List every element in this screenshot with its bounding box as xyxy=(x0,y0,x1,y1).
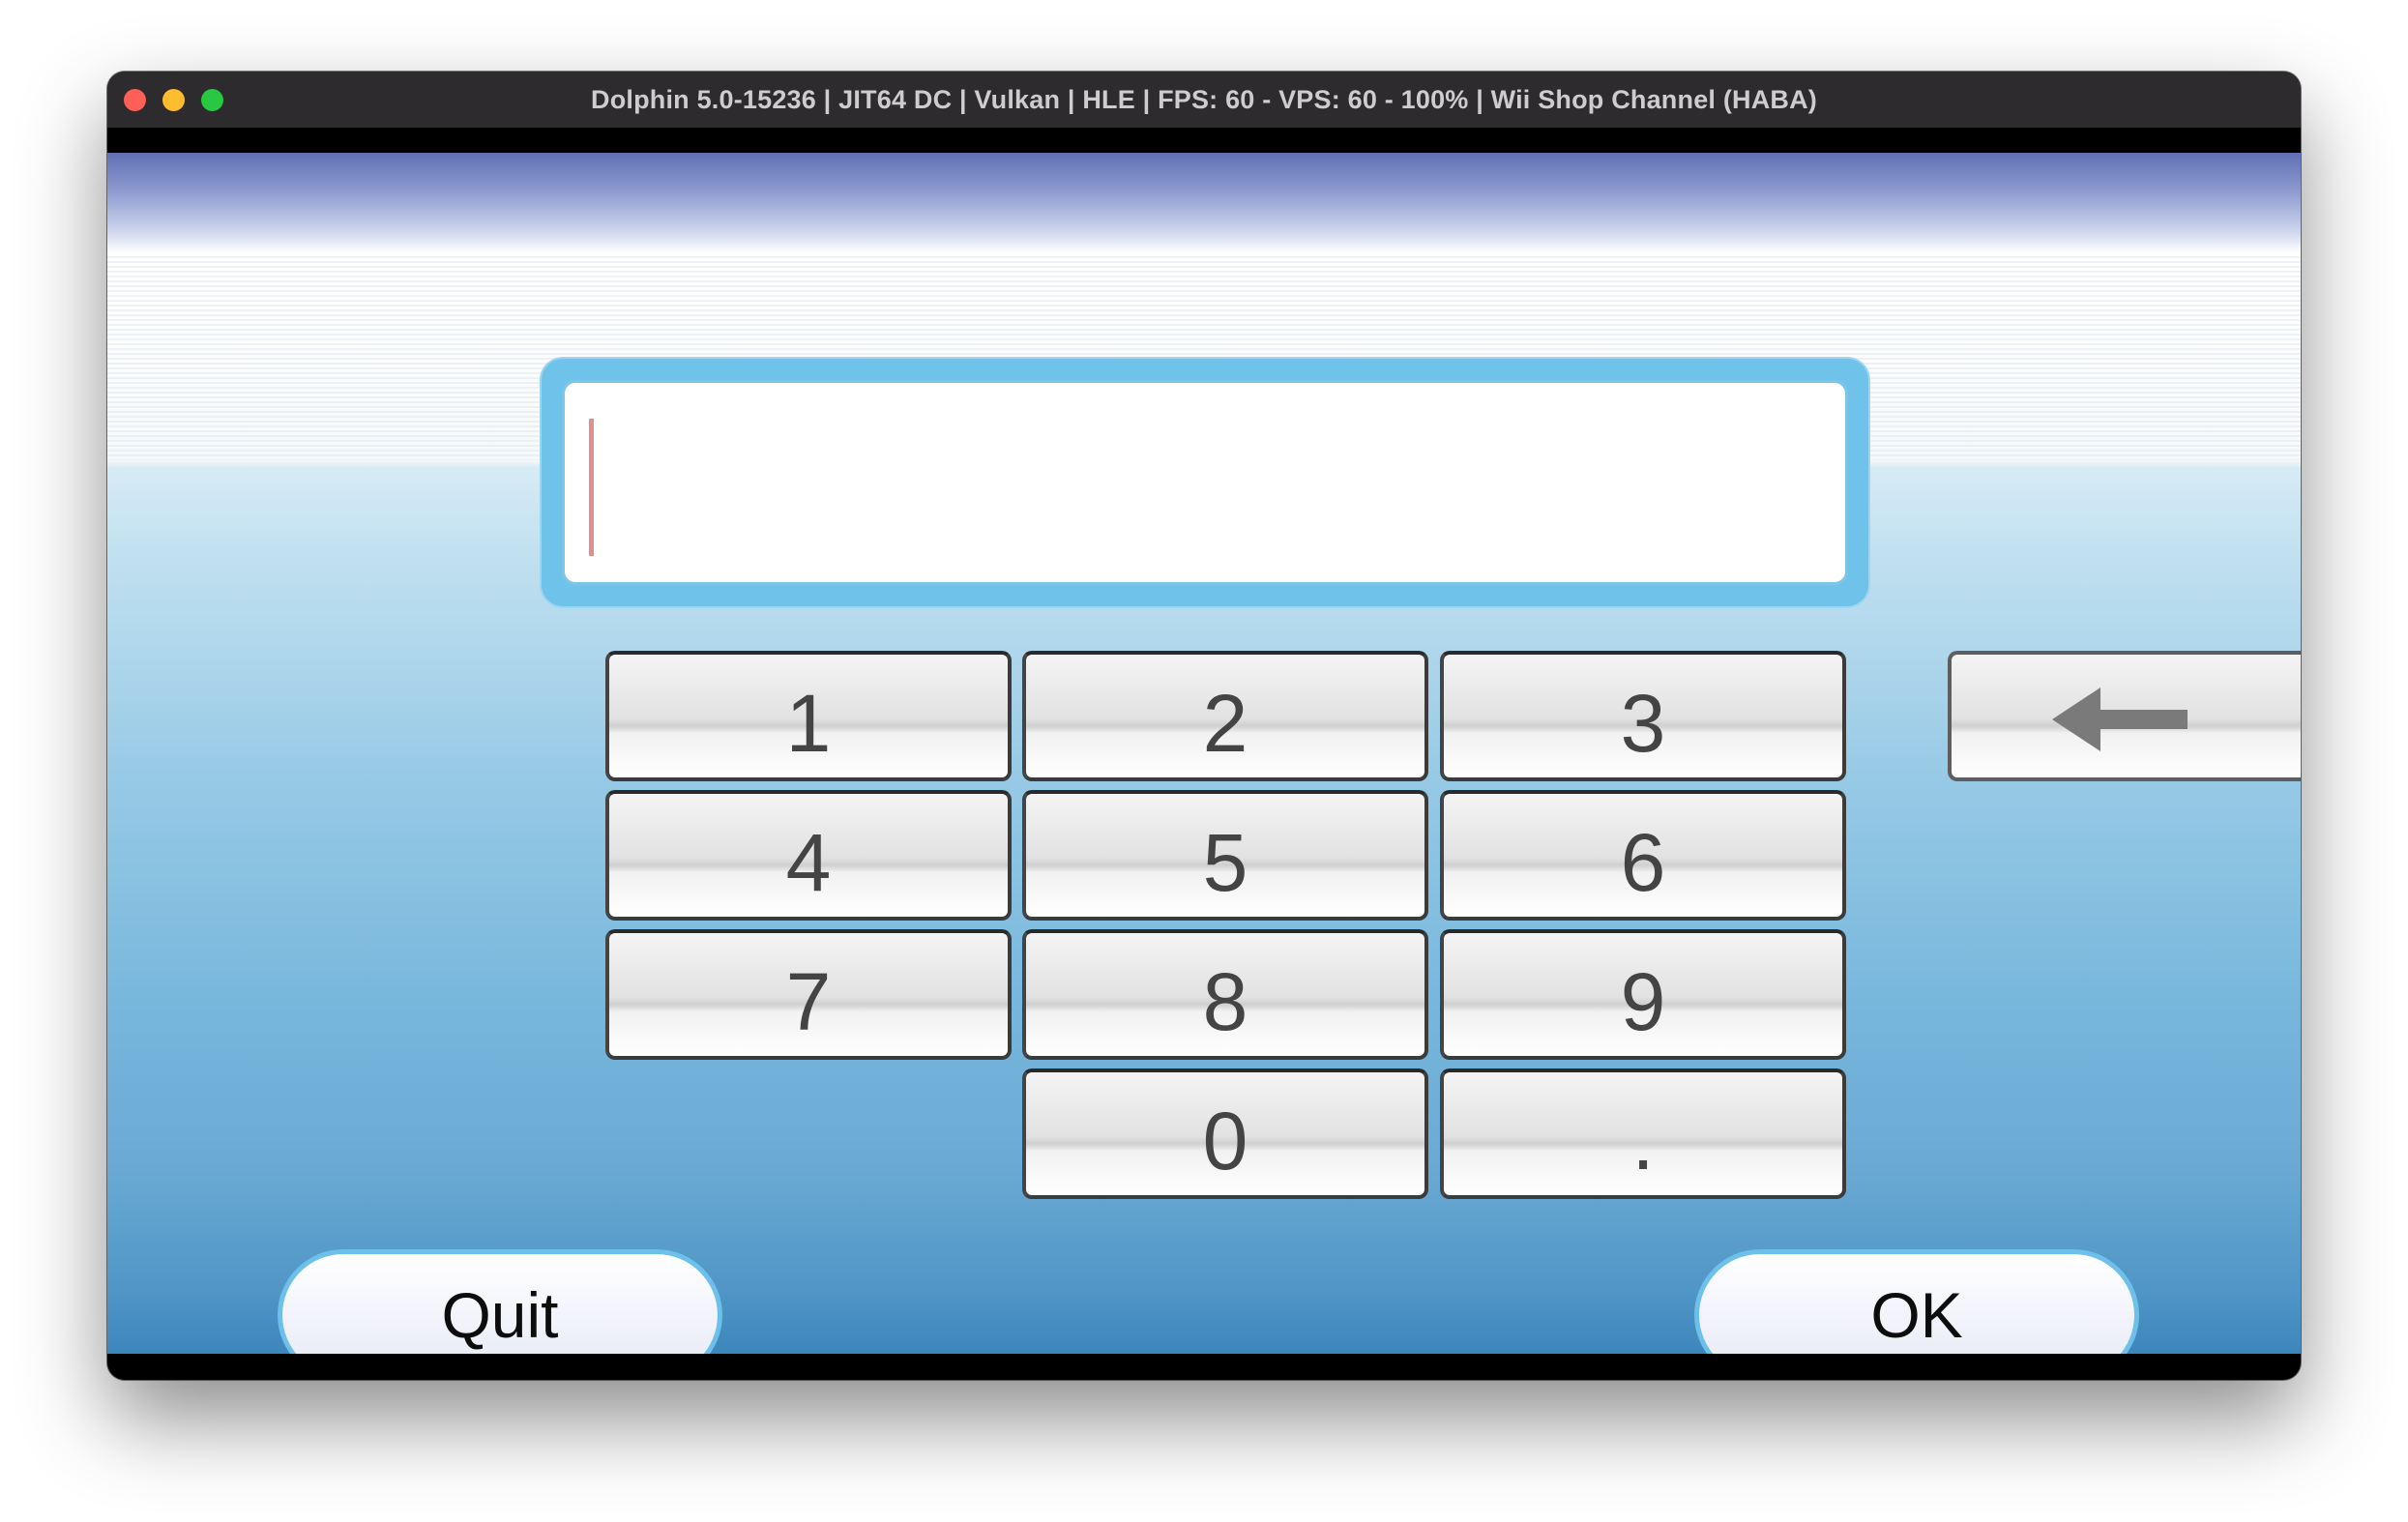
title-bar[interactable]: Dolphin 5.0-15236 | JIT64 DC | Vulkan | … xyxy=(107,72,2301,128)
window-title: Dolphin 5.0-15236 | JIT64 DC | Vulkan | … xyxy=(591,84,1817,114)
number-input-field[interactable] xyxy=(562,380,1848,585)
key-3[interactable]: 3 xyxy=(1440,651,1846,781)
key-0[interactable]: 0 xyxy=(1022,1068,1428,1199)
key-label: 2 xyxy=(1202,678,1248,769)
text-caret xyxy=(589,419,594,556)
key-label: 3 xyxy=(1620,678,1666,769)
key-label: 7 xyxy=(785,956,832,1047)
game-screen: 1 2 3 4 5 6 7 8 9 0 . Quit OK xyxy=(107,153,2301,1354)
key-label: 0 xyxy=(1202,1096,1248,1186)
key-7[interactable]: 7 xyxy=(605,929,1012,1060)
key-label: 6 xyxy=(1620,817,1666,908)
key-decimal-point[interactable]: . xyxy=(1440,1068,1846,1199)
quit-button[interactable]: Quit xyxy=(278,1249,722,1354)
key-6[interactable]: 6 xyxy=(1440,790,1846,921)
minimize-window-button[interactable] xyxy=(162,89,185,111)
key-2[interactable]: 2 xyxy=(1022,651,1428,781)
key-label: 5 xyxy=(1202,817,1248,908)
key-8[interactable]: 8 xyxy=(1022,929,1428,1060)
quit-button-label: Quit xyxy=(441,1279,559,1351)
key-1[interactable]: 1 xyxy=(605,651,1012,781)
key-label: 4 xyxy=(785,817,832,908)
key-5[interactable]: 5 xyxy=(1022,790,1428,921)
key-label: . xyxy=(1631,1096,1655,1186)
emulator-window: Dolphin 5.0-15236 | JIT64 DC | Vulkan | … xyxy=(107,72,2301,1380)
arrow-left-icon xyxy=(2052,688,2188,751)
key-label: 8 xyxy=(1202,956,1248,1047)
key-label: 1 xyxy=(785,678,832,769)
close-window-button[interactable] xyxy=(124,89,146,111)
maximize-window-button[interactable] xyxy=(201,89,223,111)
key-label: 9 xyxy=(1620,956,1666,1047)
key-4[interactable]: 4 xyxy=(605,790,1012,921)
ok-button[interactable]: OK xyxy=(1694,1249,2139,1354)
ok-button-label: OK xyxy=(1870,1279,1963,1351)
backspace-button[interactable] xyxy=(1948,651,2301,781)
key-9[interactable]: 9 xyxy=(1440,929,1846,1060)
